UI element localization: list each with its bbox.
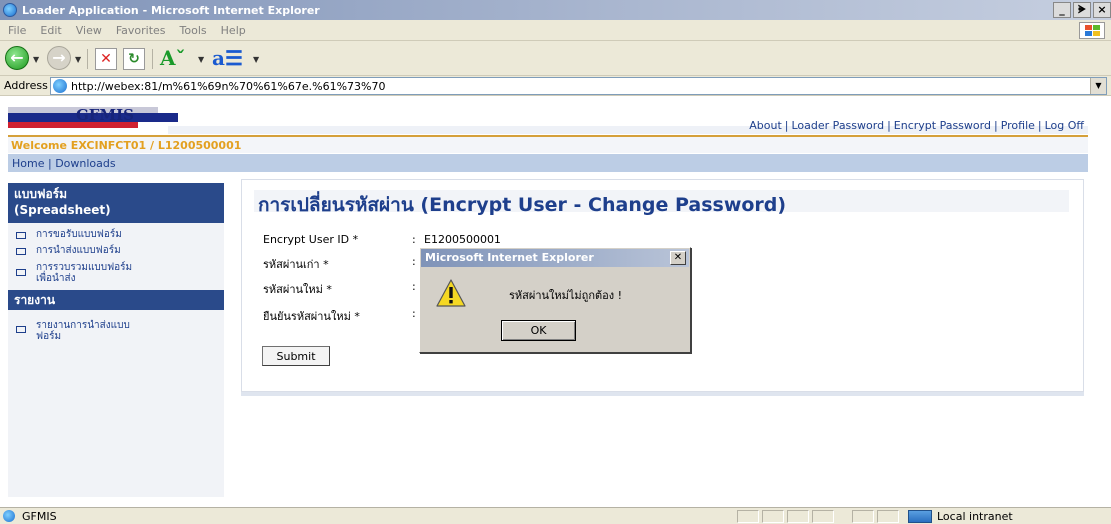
page-icon	[53, 79, 67, 93]
spell-dropdown-icon[interactable]: ▼	[253, 55, 259, 64]
sidebar-section-subtitle: (Spreadsheet)	[14, 203, 111, 217]
forward-dropdown-icon[interactable]: ▼	[75, 55, 81, 64]
status-pane	[737, 510, 759, 523]
refresh-button[interactable]: ↻	[123, 48, 145, 70]
address-label: Address	[4, 79, 48, 92]
scrollbar[interactable]	[1090, 97, 1111, 507]
dialog-message: รหัสผ่านใหม่ไม่ถูกต้อง !	[509, 289, 623, 302]
status-bar: GFMIS Local intranet	[0, 507, 1111, 524]
bullet-icon	[16, 248, 26, 255]
page-status-icon	[3, 510, 15, 522]
link-loader-password[interactable]: Loader Password	[792, 119, 885, 132]
menu-edit[interactable]: Edit	[40, 24, 61, 37]
font-size-icon[interactable]: Aˇ	[160, 46, 200, 72]
back-button[interactable]: ←	[5, 46, 29, 70]
bullet-icon	[16, 232, 26, 239]
minimize-button[interactable]: _	[1053, 2, 1071, 18]
sidebar-item-collect-form[interactable]: การรวบรวมแบบฟอร์ม เพื่อนำส่ง	[16, 262, 216, 284]
encrypt-user-id-label: Encrypt User ID *	[263, 233, 359, 246]
toolbar: ← ▼ → ▼ ✕ ↻ Aˇ ▼ a☰ ▼	[0, 41, 1111, 76]
ie-icon	[3, 3, 17, 17]
confirm-password-label: ยืนยันรหัสผ่านใหม่ *	[263, 310, 360, 323]
close-button[interactable]: ×	[1093, 2, 1111, 18]
menu-bar: File Edit View Favorites Tools Help	[0, 20, 1111, 41]
sidebar-section-forms: แบบฟอร์ม (Spreadsheet)	[8, 183, 224, 223]
status-pane	[852, 510, 874, 523]
link-profile[interactable]: Profile	[1001, 119, 1035, 132]
site-header: GFMIS About | Loader Password | Encrypt Pass…	[8, 99, 1088, 135]
site-logo-text: GFMIS	[76, 106, 134, 124]
welcome-bar: Welcome EXCINFCT01 / L1200500001	[8, 135, 1088, 153]
link-encrypt-password[interactable]: Encrypt Password	[894, 119, 991, 132]
page-title: การเปลี่ยนรหัสผ่าน (Encrypt User - Chang…	[258, 194, 787, 216]
back-dropdown-icon[interactable]: ▼	[33, 55, 39, 64]
toolbar-separator	[152, 49, 153, 69]
nav-bar: Home | Downloads	[8, 154, 1088, 172]
ok-button[interactable]: OK	[501, 320, 576, 341]
maximize-button[interactable]: ᗙ	[1073, 2, 1091, 18]
bullet-icon	[16, 326, 26, 333]
submit-button[interactable]: Submit	[262, 346, 330, 366]
welcome-text: Welcome EXCINFCT01 / L1200500001	[11, 139, 242, 152]
dialog-title: Microsoft Internet Explorer	[425, 251, 594, 264]
menu-tools[interactable]: Tools	[180, 24, 207, 37]
nav-downloads[interactable]: Downloads	[55, 157, 115, 170]
sidebar-section-title: แบบฟอร์ม	[14, 187, 68, 201]
status-pane	[877, 510, 899, 523]
font-dropdown-icon[interactable]: ▼	[198, 55, 204, 64]
top-links: About | Loader Password | Encrypt Password | P…	[749, 119, 1084, 132]
status-pane	[787, 510, 809, 523]
page-title-bar: การเปลี่ยนรหัสผ่าน (Encrypt User - Chang…	[254, 190, 1069, 216]
security-zone-text: Local intranet	[937, 510, 1013, 523]
alert-dialog: Microsoft Internet Explorer ✕ รหัสผ่านให…	[419, 247, 691, 353]
panel-bottom-border	[241, 392, 1084, 396]
menu-help[interactable]: Help	[221, 24, 246, 37]
sidebar: แบบฟอร์ม (Spreadsheet) การขอรับแบบฟอร์ม …	[8, 183, 224, 497]
intranet-zone-icon	[908, 510, 932, 523]
sidebar-section-reports: รายงาน	[8, 290, 224, 310]
status-text: GFMIS	[22, 510, 57, 523]
link-about[interactable]: About	[749, 119, 782, 132]
sidebar-item-request-form[interactable]: การขอรับแบบฟอร์ม	[16, 229, 216, 240]
field-colon: :	[412, 307, 416, 320]
window-title: Loader Application - Microsoft Internet …	[22, 3, 320, 17]
status-pane	[762, 510, 784, 523]
address-dropdown-icon[interactable]: ▼	[1090, 78, 1106, 94]
toolbar-separator	[87, 49, 88, 69]
old-password-label: รหัสผ่านเก่า *	[263, 258, 329, 271]
sidebar-item-submit-form[interactable]: การนำส่งแบบฟอร์ม	[16, 245, 216, 256]
link-log-off[interactable]: Log Off	[1045, 119, 1084, 132]
field-colon: :	[412, 233, 416, 246]
dialog-close-button[interactable]: ✕	[670, 251, 686, 265]
field-colon: :	[412, 255, 416, 268]
nav-home[interactable]: Home	[12, 157, 44, 170]
browser-window: Loader Application - Microsoft Internet …	[0, 0, 1111, 524]
status-pane	[812, 510, 834, 523]
warning-icon	[436, 279, 466, 307]
dialog-title-bar: Microsoft Internet Explorer ✕	[421, 249, 689, 267]
field-colon: :	[412, 280, 416, 293]
address-bar: Address http://webex:81/m%61%69n%70%61%6…	[0, 76, 1111, 96]
bullet-icon	[16, 269, 26, 276]
menu-favorites[interactable]: Favorites	[116, 24, 166, 37]
stop-button[interactable]: ✕	[95, 48, 117, 70]
window-controls: _ ᗙ ×	[1051, 2, 1111, 18]
forward-button[interactable]: →	[47, 46, 71, 70]
sidebar-item-submission-report[interactable]: รายงานการนำส่งแบบ ฟอร์ม	[16, 320, 216, 342]
title-bar: Loader Application - Microsoft Internet …	[0, 0, 1111, 20]
menu-file[interactable]: File	[8, 24, 26, 37]
new-password-label: รหัสผ่านใหม่ *	[263, 283, 332, 296]
windows-logo-icon	[1079, 22, 1105, 39]
address-input[interactable]: http://webex:81/m%61%69n%70%61%67e.%61%7…	[50, 77, 1107, 95]
encrypt-user-id-value: E1200500001	[424, 233, 501, 246]
address-url[interactable]: http://webex:81/m%61%69n%70%61%67e.%61%7…	[71, 80, 385, 93]
menu-view[interactable]: View	[76, 24, 102, 37]
